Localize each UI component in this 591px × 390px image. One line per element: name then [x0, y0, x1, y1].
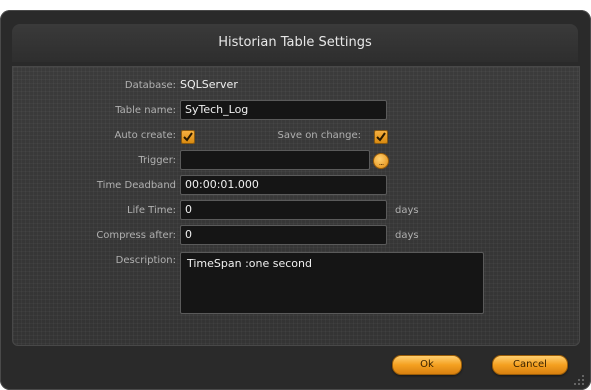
time-deadband-label: Time Deadband — [96, 180, 176, 191]
description-label: Description: — [115, 255, 176, 266]
auto-create-label: Auto create: — [114, 130, 176, 141]
browse-icon[interactable]: ... — [373, 153, 389, 169]
save-on-change-checkbox[interactable] — [374, 130, 388, 144]
table-name-input[interactable]: SyTech_Log — [180, 100, 387, 120]
ok-button[interactable]: Ok — [392, 355, 462, 375]
description-textarea[interactable]: TimeSpan :one second — [180, 252, 484, 314]
database-value: SQLServer — [180, 78, 238, 91]
dialog-title: Historian Table Settings — [218, 35, 372, 50]
checkmark-icon — [376, 132, 386, 142]
title-bar: Historian Table Settings — [12, 24, 578, 62]
life-time-input[interactable]: 0 — [180, 200, 387, 220]
compress-after-label: Compress after: — [96, 230, 176, 241]
life-time-unit: days — [395, 205, 419, 216]
checkmark-icon — [183, 132, 193, 142]
dialog-footer: Ok Cancel — [12, 348, 578, 388]
compress-after-unit: days — [395, 230, 419, 241]
trigger-input[interactable] — [180, 150, 370, 170]
cancel-button[interactable]: Cancel — [492, 355, 568, 375]
time-deadband-input[interactable]: 00:00:01.000 — [180, 175, 387, 195]
browse-dots: ... — [378, 158, 385, 167]
life-time-label: Life Time: — [126, 205, 176, 216]
settings-dialog: Historian Table Settings Database: SQLSe… — [0, 10, 591, 390]
settings-panel: Database: SQLServer Table name: SyTech_L… — [12, 66, 580, 346]
trigger-label: Trigger: — [138, 155, 176, 166]
auto-create-checkbox[interactable] — [181, 130, 195, 144]
database-label: Database: — [124, 80, 176, 91]
compress-after-input[interactable]: 0 — [180, 225, 387, 245]
table-name-label: Table name: — [115, 105, 176, 116]
resize-grip-icon[interactable] — [573, 374, 585, 386]
save-on-change-label: Save on change: — [277, 130, 361, 141]
